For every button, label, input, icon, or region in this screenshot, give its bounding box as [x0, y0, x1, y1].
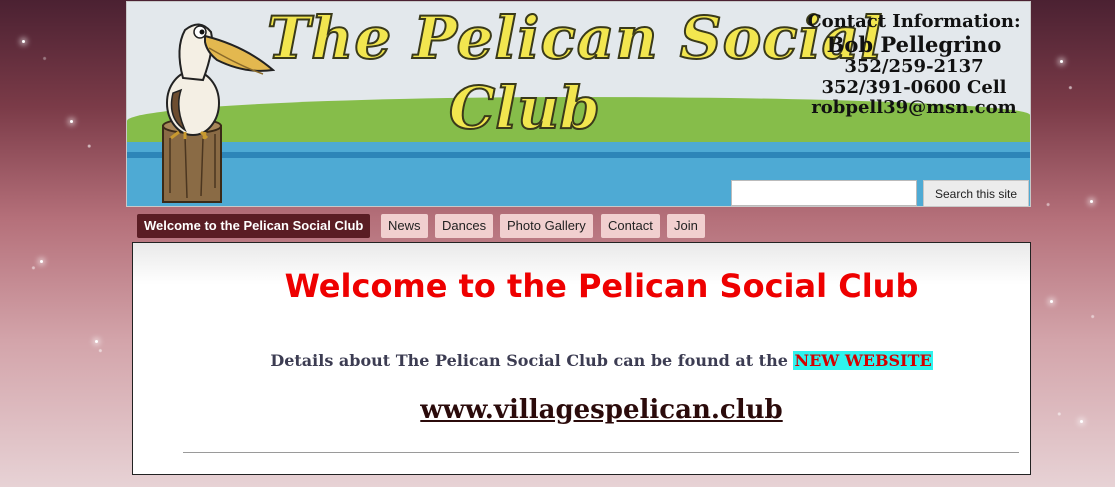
search-button[interactable]: Search this site [923, 180, 1029, 206]
site-url-link[interactable]: www.villagespelican.club [133, 395, 1030, 425]
nav-tab-news[interactable]: News [381, 214, 428, 238]
sparkle [40, 260, 43, 263]
contact-email: robpell39@msn.com [811, 97, 1017, 119]
sparkle [95, 340, 98, 343]
nav-tab-join[interactable]: Join [667, 214, 705, 238]
details-paragraph: Details about The Pelican Social Club ca… [133, 351, 1030, 370]
details-text: Details about The Pelican Social Club ca… [270, 351, 788, 370]
nav-tab-welcome[interactable]: Welcome to the Pelican Social Club [137, 214, 371, 238]
sparkle [70, 120, 73, 123]
pelican-logo-icon [162, 23, 275, 203]
contact-name: Bob Pellegrino [826, 31, 1002, 57]
site-title-line2: Club [448, 73, 601, 143]
header-banner: The Pelican Social Club Contact Informat… [126, 1, 1031, 207]
page-title: Welcome to the Pelican Social Club [284, 267, 919, 305]
contact-phone: 352/259-2137 [844, 55, 984, 77]
sparkle [22, 40, 25, 43]
sparkle [1080, 420, 1083, 423]
new-website-link[interactable]: NEW WEBSITE [793, 351, 933, 370]
sparkle [1060, 60, 1063, 63]
sparkle [1090, 200, 1093, 203]
divider [183, 452, 1019, 453]
contact-heading: Contact Information: [807, 11, 1021, 32]
contact-cell: 352/391-0600 Cell [821, 76, 1007, 98]
site-title-line1: The Pelican Social [266, 3, 884, 73]
search-input[interactable] [731, 180, 917, 206]
nav-tab-dances[interactable]: Dances [435, 214, 494, 238]
main-content: Welcome to the Pelican Social Club Detai… [132, 242, 1031, 475]
nav-tab-photo-gallery[interactable]: Photo Gallery [500, 214, 593, 238]
sparkle [1050, 300, 1053, 303]
nav-tab-contact[interactable]: Contact [601, 214, 660, 238]
contact-info: Contact Information: Bob Pellegrino 352/… [799, 11, 1029, 119]
